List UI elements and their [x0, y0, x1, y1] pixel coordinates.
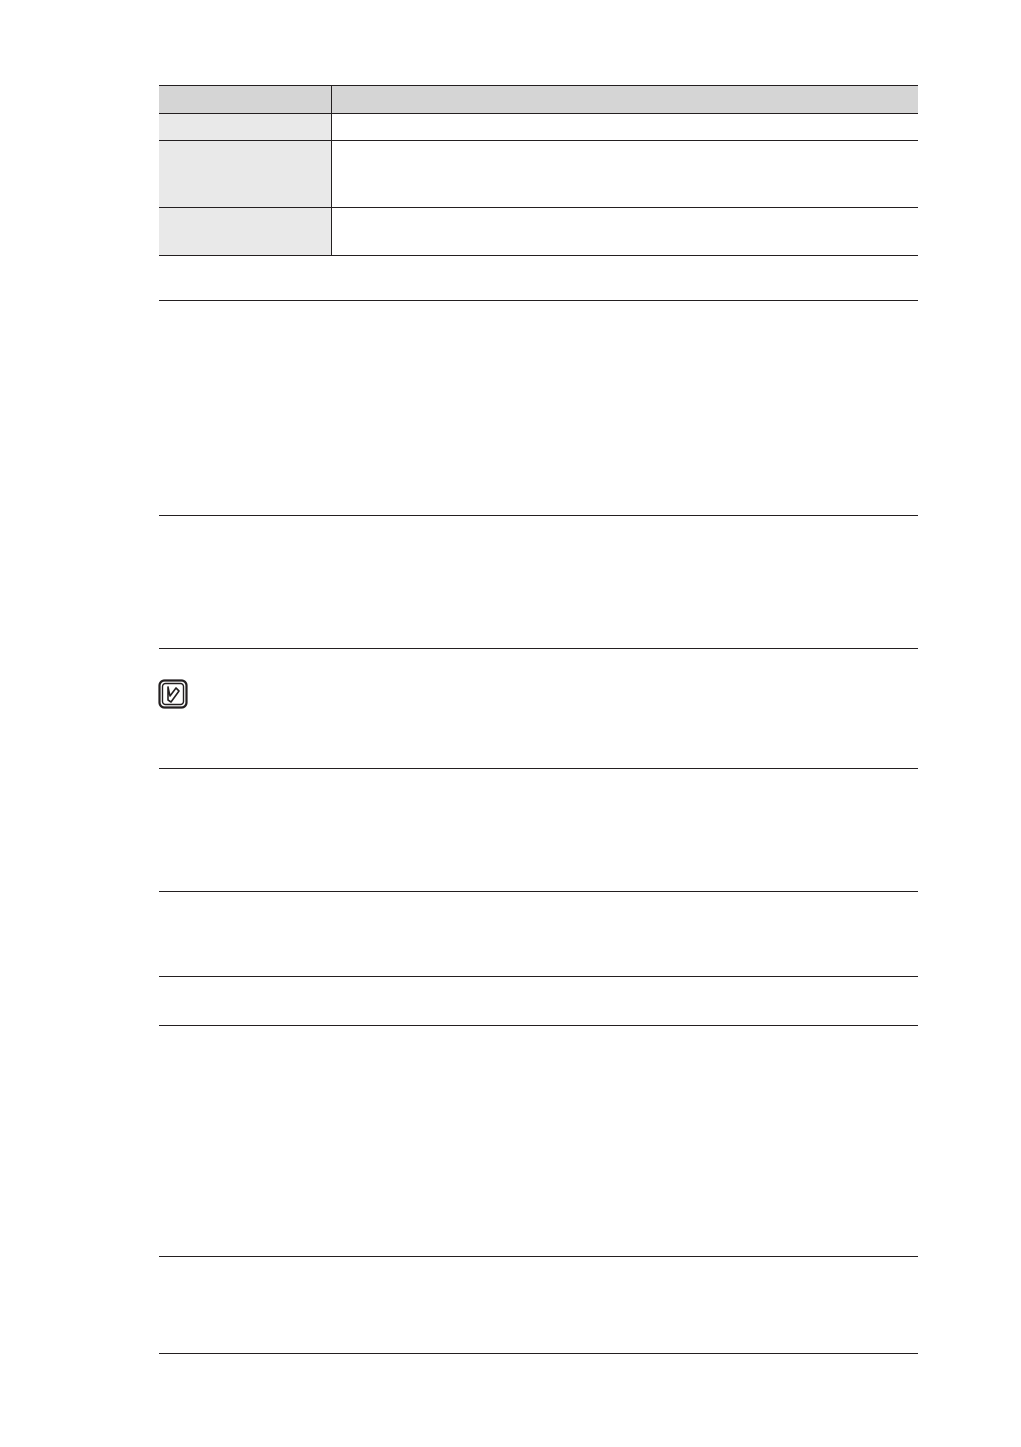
section-rule — [159, 300, 918, 301]
table-row-value — [332, 208, 918, 255]
section-rule — [159, 255, 918, 256]
table-column-divider — [331, 85, 332, 255]
section-rule — [159, 515, 918, 516]
table-row-label — [159, 208, 331, 255]
section-rule — [159, 768, 918, 769]
section-rule — [159, 1353, 918, 1354]
section-rule — [159, 1025, 918, 1026]
table-header-cell-1 — [159, 85, 331, 113]
section-rule — [159, 1256, 918, 1257]
table-row-label — [159, 141, 331, 207]
table-row — [159, 208, 918, 255]
document-page — [0, 0, 1021, 1447]
table-row-label — [159, 114, 331, 140]
table-row — [159, 141, 918, 207]
table-top-rule — [159, 85, 918, 86]
table-row-value — [332, 141, 918, 207]
table-header-cell-2 — [332, 85, 918, 113]
section-rule — [159, 891, 918, 892]
table-row — [159, 114, 918, 140]
section-rule — [159, 976, 918, 977]
note-pencil-icon — [158, 679, 188, 709]
table-header-row — [159, 85, 918, 113]
table-row-value — [332, 114, 918, 140]
section-rule — [159, 648, 918, 649]
note-text — [200, 679, 918, 739]
